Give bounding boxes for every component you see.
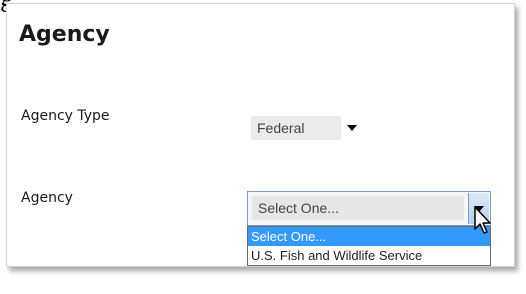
agency-select-value: Select One... — [252, 196, 464, 220]
mouse-pointer-icon — [474, 206, 491, 234]
screenshot-frame: g Agency Agency Type Federal Agency Sele… — [0, 0, 526, 294]
dropdown-option-select-one[interactable]: Select One... — [248, 227, 490, 246]
agency-type-label: Agency Type — [21, 108, 110, 124]
agency-type-value: Federal — [251, 116, 341, 140]
agency-type-select[interactable]: Federal — [247, 112, 367, 142]
dropdown-option-fish-wildlife[interactable]: U.S. Fish and Wildlife Service — [248, 246, 490, 265]
chevron-down-icon[interactable] — [347, 125, 357, 131]
agency-select[interactable]: Select One... — [247, 191, 491, 226]
agency-panel: Agency Agency Type Federal Agency Select… — [6, 3, 515, 267]
section-title: Agency — [19, 22, 110, 47]
agency-label: Agency — [21, 190, 73, 206]
agency-dropdown-list[interactable]: Select One... U.S. Fish and Wildlife Ser… — [247, 226, 491, 266]
